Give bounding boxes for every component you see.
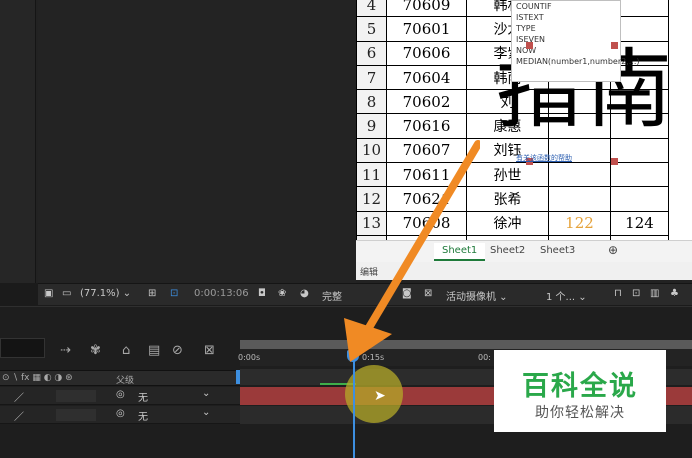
layout-icon[interactable]: ⊓ — [614, 288, 622, 299]
selection-handle[interactable] — [611, 42, 618, 49]
row-number[interactable]: 6 — [356, 40, 387, 66]
score-cell[interactable] — [610, 137, 669, 164]
parent-column-label: 父级 — [116, 376, 135, 386]
motion-blur-icon[interactable]: ▤ — [148, 343, 160, 358]
current-time[interactable]: 0:00:13:06 — [194, 288, 249, 299]
row-number[interactable]: 4 — [356, 0, 387, 18]
ruler-tick-label: 0:00s — [238, 353, 261, 362]
tab-sheet3[interactable]: Sheet3 — [532, 243, 583, 261]
score-cell[interactable] — [548, 186, 611, 212]
autocomplete-item[interactable]: TYPE — [516, 23, 616, 34]
graph-editor-icon[interactable]: ⊘ — [172, 343, 183, 358]
show-channel-icon[interactable]: ❀ — [278, 288, 286, 299]
views-dropdown[interactable]: 1 个... ⌄ — [546, 288, 587, 303]
layer-column-header: ⊙ ∖ fx ▦ ◐ ◑ ⊛ 父级 — [0, 370, 240, 386]
fast-preview-icon[interactable]: ▥ — [650, 288, 659, 299]
autocomplete-item[interactable]: COUNTIF — [516, 1, 616, 12]
layer-row[interactable]: ／ ◎ 无 ⌄ — [0, 387, 240, 405]
parent-dropdown[interactable]: 无 — [138, 408, 148, 423]
id-cell[interactable]: 70606 — [386, 40, 467, 66]
parent-dropdown[interactable]: 无 — [138, 389, 148, 404]
always-preview-icon[interactable]: ▣ — [44, 288, 53, 299]
id-cell[interactable]: 70602 — [386, 89, 467, 115]
function-help-link[interactable]: 有关该函数的帮助 — [516, 153, 572, 163]
id-cell[interactable]: 70609 — [386, 0, 467, 18]
id-cell[interactable]: 70616 — [386, 113, 467, 139]
color-channels-icon[interactable]: ◕ — [300, 288, 309, 299]
camera-snapshot-icon[interactable]: ◘ — [258, 288, 266, 299]
tab-sheet2[interactable]: Sheet2 — [482, 243, 533, 261]
layer-search-input[interactable] — [0, 338, 45, 358]
selection-handle[interactable] — [611, 158, 618, 165]
pickwhip-icon[interactable]: ◎ — [116, 408, 125, 419]
chevron-down-icon[interactable]: ⌄ — [202, 388, 210, 399]
watermark-badge: 百科全说 助你轻松解决 — [494, 350, 666, 432]
zoom-dropdown[interactable]: (77.1%) ⌄ — [80, 288, 131, 299]
views-label: 1 个... — [546, 292, 576, 303]
comp-flowchart-icon[interactable]: ⊠ — [204, 343, 215, 358]
annotation-arrow-icon — [344, 140, 480, 362]
row-number[interactable]: 5 — [356, 16, 387, 42]
id-cell[interactable]: 70604 — [386, 64, 467, 91]
shy-layers-icon[interactable]: ✾ — [90, 343, 101, 358]
score-cell[interactable]: 122 — [548, 210, 611, 236]
pickwhip-icon[interactable]: ◎ — [116, 389, 125, 400]
switch-cells[interactable] — [56, 390, 96, 402]
draft-3d-icon[interactable]: ⇢ — [60, 343, 71, 358]
score-cell[interactable] — [610, 186, 669, 212]
zoom-level: (77.1%) — [80, 288, 120, 299]
pen-icon[interactable]: ／ — [14, 389, 24, 404]
frame-blending-icon[interactable]: ⌂ — [122, 343, 130, 358]
function-autocomplete-list[interactable]: COUNTIF ISTEXT TYPE ISEVEN NOW MEDIAN(nu… — [511, 0, 640, 82]
selection-handle[interactable] — [526, 42, 533, 49]
score-cell[interactable] — [548, 162, 611, 188]
watermark-title: 百科全说 — [522, 371, 638, 402]
safe-area-icon[interactable]: ⊞ — [148, 288, 156, 299]
row-number[interactable]: 7 — [356, 64, 387, 91]
mask-icon[interactable]: ⊡ — [170, 288, 178, 299]
composition-viewer[interactable] — [38, 0, 356, 283]
flowchart-icon[interactable]: ♣ — [670, 288, 679, 299]
monitor-icon[interactable]: ▭ — [62, 288, 71, 299]
chevron-down-icon[interactable]: ⌄ — [202, 407, 210, 418]
mouse-cursor-icon: ➤ — [374, 388, 386, 404]
score-cell[interactable]: 124 — [610, 210, 669, 236]
project-panel[interactable] — [0, 0, 36, 283]
pen-icon[interactable]: ／ — [14, 408, 24, 423]
id-cell[interactable]: 70601 — [386, 16, 467, 42]
autocomplete-item[interactable]: MEDIAN(number1,number2,...) — [516, 56, 640, 67]
switches-icons[interactable]: ⊙ ∖ fx ▦ ◐ ◑ ⊛ — [2, 373, 73, 383]
watermark-subtitle: 助你轻松解决 — [535, 405, 625, 421]
autocomplete-item[interactable]: ISTEXT — [516, 12, 616, 23]
reset-exposure-icon[interactable]: ⊡ — [632, 288, 640, 299]
row-number[interactable]: 9 — [356, 113, 387, 139]
add-sheet-icon[interactable]: ⊕ — [600, 241, 626, 259]
switch-cells[interactable] — [56, 409, 96, 421]
score-cell[interactable] — [610, 162, 669, 188]
layer-row[interactable]: ／ ◎ 无 ⌄ — [0, 406, 240, 424]
row-number[interactable]: 8 — [356, 89, 387, 115]
